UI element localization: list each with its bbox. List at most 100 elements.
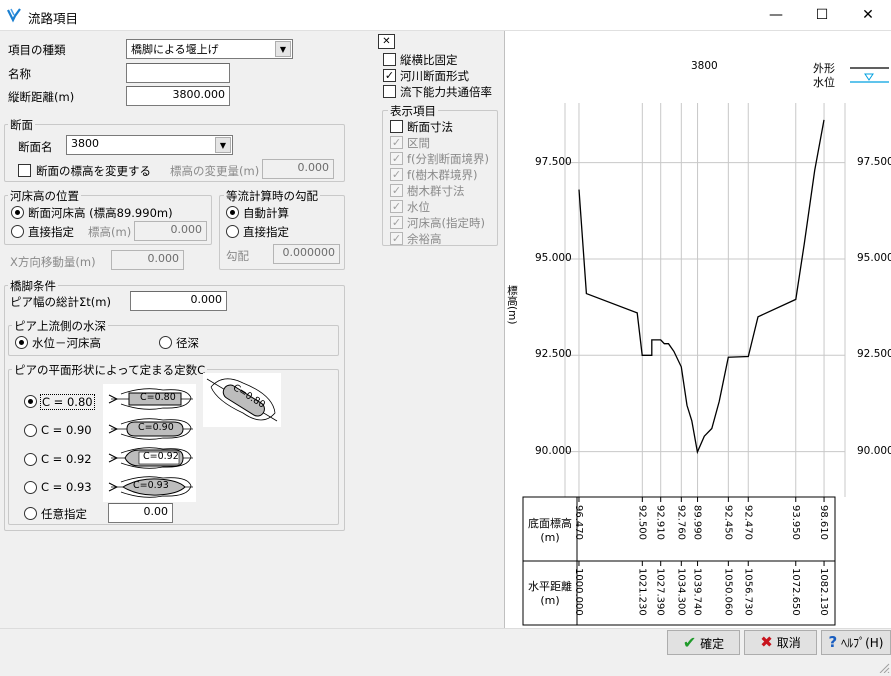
- table-dist-cell: 1082.130: [818, 568, 830, 616]
- item-type-label: 項目の種類: [8, 43, 66, 57]
- flow-common-checkbox[interactable]: [383, 85, 396, 98]
- minimize-button[interactable]: —: [753, 0, 799, 31]
- legend-water-label: 水位: [813, 76, 835, 89]
- river-section-checkbox[interactable]: ✓: [383, 69, 396, 82]
- display-f-section-checkbox[interactable]: ✓: [390, 152, 403, 165]
- display-dim-label: 断面寸法: [407, 120, 453, 134]
- slope-auto-radio[interactable]: [226, 206, 239, 219]
- c080-label: C = 0.80: [40, 394, 95, 410]
- display-tree-dim-checkbox[interactable]: ✓: [390, 184, 403, 197]
- display-freeboard-label: 余裕高: [407, 232, 442, 246]
- bed-section-radio[interactable]: [11, 206, 24, 219]
- table-row-dist-label: 水平距離 (m): [528, 580, 572, 607]
- y-tick-label-right: 92.500: [857, 348, 891, 361]
- table-dist-cell: 1039.740: [691, 568, 703, 616]
- close-button[interactable]: ✕: [845, 0, 891, 31]
- c092-label: C = 0.92: [41, 452, 92, 466]
- depth-hydraulic-radio[interactable]: [159, 336, 172, 349]
- table-elev-cell: 98.610: [818, 505, 830, 540]
- table-dist-cell: 1056.730: [742, 568, 754, 616]
- title-bar: 流路項目 — ☐ ✕: [0, 0, 891, 31]
- window-title: 流路項目: [28, 11, 79, 26]
- help-button[interactable]: ? ﾍﾙﾌﾟ(H): [821, 630, 891, 655]
- change-elevation-checkbox[interactable]: [18, 164, 31, 177]
- display-freeboard-checkbox[interactable]: ✓: [390, 232, 403, 245]
- chart-legend-lines: [850, 67, 889, 83]
- c080-radio[interactable]: [24, 395, 37, 408]
- cancel-button[interactable]: ✖ 取消: [744, 630, 817, 655]
- ok-button[interactable]: ✔ 確定: [667, 630, 740, 655]
- display-f-tree-label: f(樹木群境界): [407, 168, 478, 182]
- resize-grip-icon[interactable]: [878, 662, 890, 674]
- item-type-select[interactable]: 橋脚による堰上げ ▼: [126, 39, 293, 59]
- table-dist-cell: 1027.390: [654, 568, 666, 616]
- check-icon: ✔: [682, 633, 697, 652]
- change-amount-input[interactable]: 0.000: [262, 159, 334, 179]
- y-tick-label-left: 92.500: [535, 348, 572, 361]
- pier-shape-080-text: C=0.80: [140, 392, 176, 403]
- flow-common-label: 流下能力共通倍率: [400, 85, 492, 99]
- aspect-fixed-checkbox[interactable]: [383, 53, 396, 66]
- pier-shape-092-image: C=0.92: [103, 443, 196, 473]
- table-dist-cell: 1050.060: [722, 568, 734, 616]
- cross-icon: ✖: [760, 633, 773, 651]
- slope-label: 勾配: [226, 249, 249, 263]
- display-water-checkbox[interactable]: ✓: [390, 200, 403, 213]
- slope-direct-radio[interactable]: [226, 225, 239, 238]
- bed-section-label: 断面河床高 (標高89.990m): [28, 206, 173, 220]
- app-icon: [7, 8, 21, 23]
- c093-radio[interactable]: [24, 481, 37, 494]
- bed-direct-radio[interactable]: [11, 225, 24, 238]
- slope-input[interactable]: 0.000000: [273, 244, 340, 264]
- y-tick-label-left: 95.000: [535, 251, 572, 264]
- table-elev-cell: 92.760: [675, 505, 687, 540]
- x-shift-input[interactable]: 0.000: [111, 250, 184, 270]
- bed-elev-input[interactable]: 0.000: [134, 221, 207, 241]
- pier-shape-rotated-image: C=0.80: [203, 373, 281, 427]
- chevron-down-icon[interactable]: ▼: [275, 41, 291, 57]
- section-group-title: 断面: [8, 117, 35, 133]
- x-shift-label: X方向移動量(m): [10, 255, 96, 269]
- pier-width-input[interactable]: 0.000: [130, 291, 227, 311]
- display-section-label: 区間: [407, 136, 430, 150]
- table-dist-cell: 1034.300: [675, 568, 687, 616]
- change-elevation-label: 断面の標高を変更する: [36, 164, 151, 178]
- table-dist-cell: 1000.000: [572, 568, 584, 616]
- c090-label: C = 0.90: [41, 423, 92, 437]
- slope-auto-label: 自動計算: [243, 206, 289, 220]
- cancel-label: 取消: [776, 636, 801, 650]
- depth-waterlevel-radio[interactable]: [15, 336, 28, 349]
- maximize-button[interactable]: ☐: [799, 0, 845, 31]
- close-options-icon[interactable]: ✕: [378, 34, 395, 49]
- item-type-value: 橋脚による堰上げ: [131, 43, 219, 56]
- river-section-label: 河川断面形式: [400, 69, 469, 83]
- chevron-down-icon[interactable]: ▼: [215, 137, 231, 153]
- bed-direct-label: 直接指定: [28, 225, 74, 239]
- pier-shape-093-image: C=0.93: [103, 472, 196, 502]
- c-custom-label: 任意指定: [41, 507, 87, 521]
- table-elev-cell: 92.910: [654, 505, 666, 540]
- name-label: 名称: [8, 67, 31, 81]
- c090-radio[interactable]: [24, 424, 37, 437]
- display-tree-dim-label: 樹木群寸法: [407, 184, 465, 198]
- pier-shape-080-image: C=0.80: [103, 384, 196, 414]
- distance-input[interactable]: 3800.000: [126, 86, 230, 106]
- slope-group-title: 等流計算時の勾配: [224, 188, 320, 204]
- y-tick-label-left: 90.000: [535, 444, 572, 457]
- display-dim-checkbox[interactable]: [390, 120, 403, 133]
- c093-label: C = 0.93: [41, 480, 92, 494]
- section-name-select[interactable]: 3800 ▼: [66, 135, 233, 155]
- display-bed-checkbox[interactable]: ✓: [390, 216, 403, 229]
- c092-radio[interactable]: [24, 453, 37, 466]
- y-tick-label-right: 97.500: [857, 155, 891, 168]
- aspect-fixed-label: 縦横比固定: [400, 53, 458, 67]
- table-elev-cell: 93.950: [789, 505, 801, 540]
- pier-shape-093-text: C=0.93: [133, 480, 169, 491]
- chart-profile: [578, 119, 825, 455]
- display-f-tree-checkbox[interactable]: ✓: [390, 168, 403, 181]
- c-custom-radio[interactable]: [24, 507, 37, 520]
- depth-waterlevel-label: 水位－河床高: [32, 336, 101, 350]
- display-section-checkbox[interactable]: ✓: [390, 136, 403, 149]
- c-custom-input[interactable]: 0.00: [108, 503, 173, 523]
- name-input[interactable]: [126, 63, 230, 83]
